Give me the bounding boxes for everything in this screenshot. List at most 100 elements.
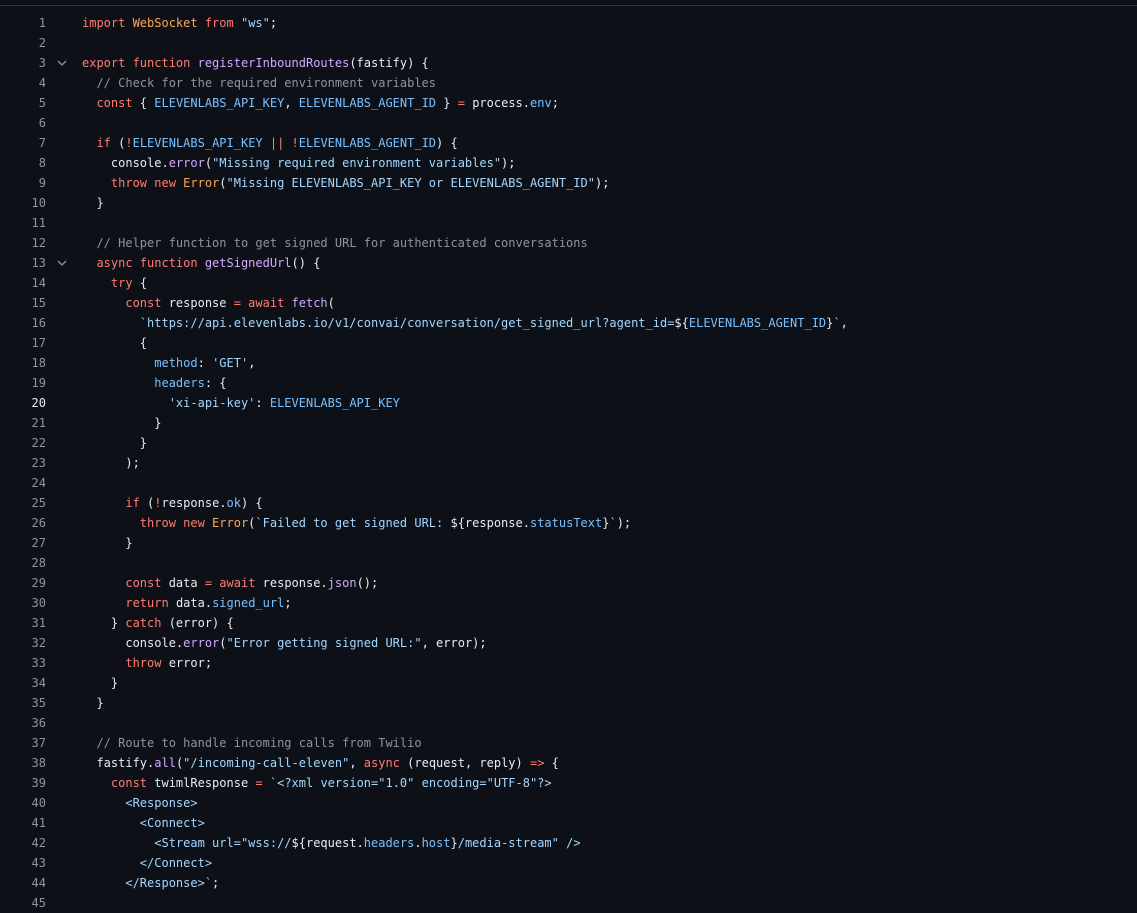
line-number[interactable]: 28 [0,553,46,573]
code-line[interactable]: 44 </Response>`; [0,873,1137,893]
line-number[interactable]: 39 [0,773,46,793]
line-number[interactable]: 7 [0,133,46,153]
line-number[interactable]: 21 [0,413,46,433]
line-number[interactable]: 25 [0,493,46,513]
code-line[interactable]: 27 } [0,533,1137,553]
line-number[interactable]: 16 [0,313,46,333]
line-number[interactable]: 9 [0,173,46,193]
line-number[interactable]: 13 [0,253,46,273]
line-number[interactable]: 23 [0,453,46,473]
chevron-down-icon[interactable] [56,253,68,273]
line-number[interactable]: 15 [0,293,46,313]
code-line[interactable]: 24 [0,473,1137,493]
line-number[interactable]: 6 [0,113,46,133]
line-number[interactable]: 1 [0,13,46,33]
code-text: console.error("Error getting signed URL:… [82,633,486,653]
code-line[interactable]: 33 throw error; [0,653,1137,673]
code-line[interactable]: 22 } [0,433,1137,453]
code-line[interactable]: 19 headers: { [0,373,1137,393]
line-number[interactable]: 5 [0,93,46,113]
line-number[interactable]: 34 [0,673,46,693]
code-line[interactable]: 31 } catch (error) { [0,613,1137,633]
code-line[interactable]: 16 `https://api.elevenlabs.io/v1/convai/… [0,313,1137,333]
code-line[interactable]: 8 console.error("Missing required enviro… [0,153,1137,173]
code-token: /media-stream" /> [457,836,581,850]
line-number[interactable]: 22 [0,433,46,453]
line-number[interactable]: 31 [0,613,46,633]
code-line[interactable]: 21 } [0,413,1137,433]
code-line[interactable]: 1 import WebSocket from "ws"; [0,13,1137,33]
line-number[interactable]: 10 [0,193,46,213]
line-number[interactable]: 14 [0,273,46,293]
line-number[interactable]: 29 [0,573,46,593]
line-number[interactable]: 38 [0,753,46,773]
line-number[interactable]: 44 [0,873,46,893]
code-line[interactable]: 11 [0,213,1137,233]
line-number[interactable]: 12 [0,233,46,253]
code-line[interactable]: 38 fastify.all("/incoming-call-eleven", … [0,753,1137,773]
code-line[interactable]: 39 const twimlResponse = `<?xml version=… [0,773,1137,793]
code-line[interactable]: 4 // Check for the required environment … [0,73,1137,93]
code-line[interactable]: 18 method: 'GET', [0,353,1137,373]
line-number[interactable]: 40 [0,793,46,813]
code-line[interactable]: 9 throw new Error("Missing ELEVENLABS_AP… [0,173,1137,193]
line-number[interactable]: 42 [0,833,46,853]
code-line[interactable]: 43 </Connect> [0,853,1137,873]
code-line[interactable]: 41 <Connect> [0,813,1137,833]
code-token: error [183,636,220,650]
code-line[interactable]: 10 } [0,193,1137,213]
line-number[interactable]: 4 [0,73,46,93]
code-line[interactable]: 29 const data = await response.json(); [0,573,1137,593]
line-number[interactable]: 30 [0,593,46,613]
line-number[interactable]: 3 [0,53,46,73]
line-number[interactable]: 20 [0,393,46,413]
code-line[interactable]: 36 [0,713,1137,733]
chevron-down-icon[interactable] [56,53,68,73]
line-number[interactable]: 24 [0,473,46,493]
line-number[interactable]: 2 [0,33,46,53]
line-number[interactable]: 36 [0,713,46,733]
code-line[interactable]: 14 try { [0,273,1137,293]
code-line[interactable]: 13 async function getSignedUrl() { [0,253,1137,273]
code-line[interactable]: 34 } [0,673,1137,693]
code-line[interactable]: 35 } [0,693,1137,713]
code-line[interactable]: 37 // Route to handle incoming calls fro… [0,733,1137,753]
line-number[interactable]: 8 [0,153,46,173]
line-number[interactable]: 41 [0,813,46,833]
code-line[interactable]: 28 [0,553,1137,573]
line-number[interactable]: 19 [0,373,46,393]
line-number[interactable]: 32 [0,633,46,653]
line-number[interactable]: 11 [0,213,46,233]
code-line[interactable]: 2 [0,33,1137,53]
code-line[interactable]: 23 ); [0,453,1137,473]
line-number[interactable]: 33 [0,653,46,673]
code-line[interactable]: 6 [0,113,1137,133]
code-line[interactable]: 17 { [0,333,1137,353]
code-line[interactable]: 12 // Helper function to get signed URL … [0,233,1137,253]
line-number[interactable]: 37 [0,733,46,753]
code-line[interactable]: 5 const { ELEVENLABS_API_KEY, ELEVENLABS… [0,93,1137,113]
code-line[interactable]: 30 return data.signed_url; [0,593,1137,613]
code-line[interactable]: 32 console.error("Error getting signed U… [0,633,1137,653]
code-line[interactable]: 45 [0,893,1137,913]
line-number[interactable]: 45 [0,893,46,913]
line-number[interactable]: 26 [0,513,46,533]
code-line[interactable]: 20 'xi-api-key': ELEVENLABS_API_KEY [0,393,1137,413]
code-line[interactable]: 26 throw new Error(`Failed to get signed… [0,513,1137,533]
code-line[interactable]: 7 if (!ELEVENLABS_API_KEY || !ELEVENLABS… [0,133,1137,153]
code-text: <Response> [82,793,197,813]
code-line[interactable]: 25 if (!response.ok) { [0,493,1137,513]
code-editor[interactable]: 1 import WebSocket from "ws"; 2 3 export fun… [0,13,1137,913]
code-token: , [248,356,256,370]
line-number[interactable]: 27 [0,533,46,553]
code-line[interactable]: 15 const response = await fetch( [0,293,1137,313]
code-line[interactable]: 42 <Stream url="wss://${request.headers.… [0,833,1137,853]
code-line[interactable]: 40 <Response> [0,793,1137,813]
line-number[interactable]: 17 [0,333,46,353]
code-token: registerInboundRoutes [197,56,350,70]
line-number[interactable]: 43 [0,853,46,873]
code-token: ` [609,516,617,530]
line-number[interactable]: 18 [0,353,46,373]
code-line[interactable]: 3 export function registerInboundRoutes(f… [0,53,1137,73]
line-number[interactable]: 35 [0,693,46,713]
